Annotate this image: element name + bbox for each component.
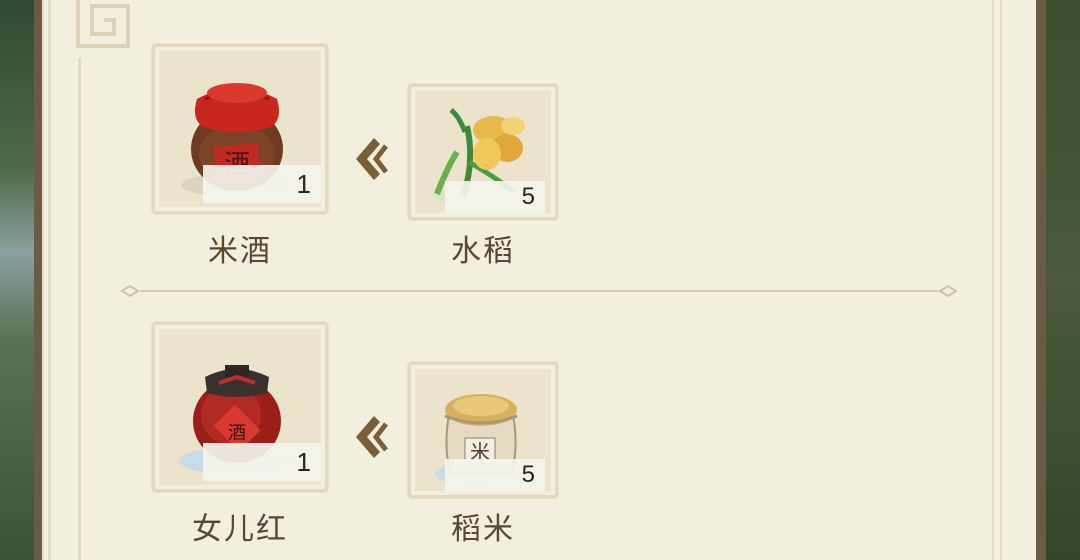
section-divider — [120, 284, 958, 298]
output-item-name: 女儿红 — [192, 512, 288, 547]
input-item-name: 水稻 — [451, 234, 515, 269]
output-item-card[interactable]: 酒 1 — [152, 322, 328, 492]
left-decorative-line — [78, 58, 81, 560]
input-item-card[interactable]: 米 5 — [408, 362, 558, 498]
output-quantity: 1 — [203, 443, 321, 481]
map-background-right — [1040, 0, 1080, 560]
input-quantity: 5 — [445, 181, 545, 213]
output-item-card[interactable]: 酒 1 — [152, 44, 328, 214]
corner-ornament-icon — [76, 0, 130, 48]
input-item-card[interactable]: 5 — [408, 84, 558, 220]
input-quantity: 5 — [445, 459, 545, 491]
svg-text:酒: 酒 — [228, 423, 246, 444]
chevron-left-icon — [356, 416, 388, 458]
output-item-name: 米酒 — [208, 234, 272, 269]
output-quantity: 1 — [203, 165, 321, 203]
input-item-name: 稻米 — [451, 512, 515, 547]
chevron-left-icon — [356, 138, 388, 180]
